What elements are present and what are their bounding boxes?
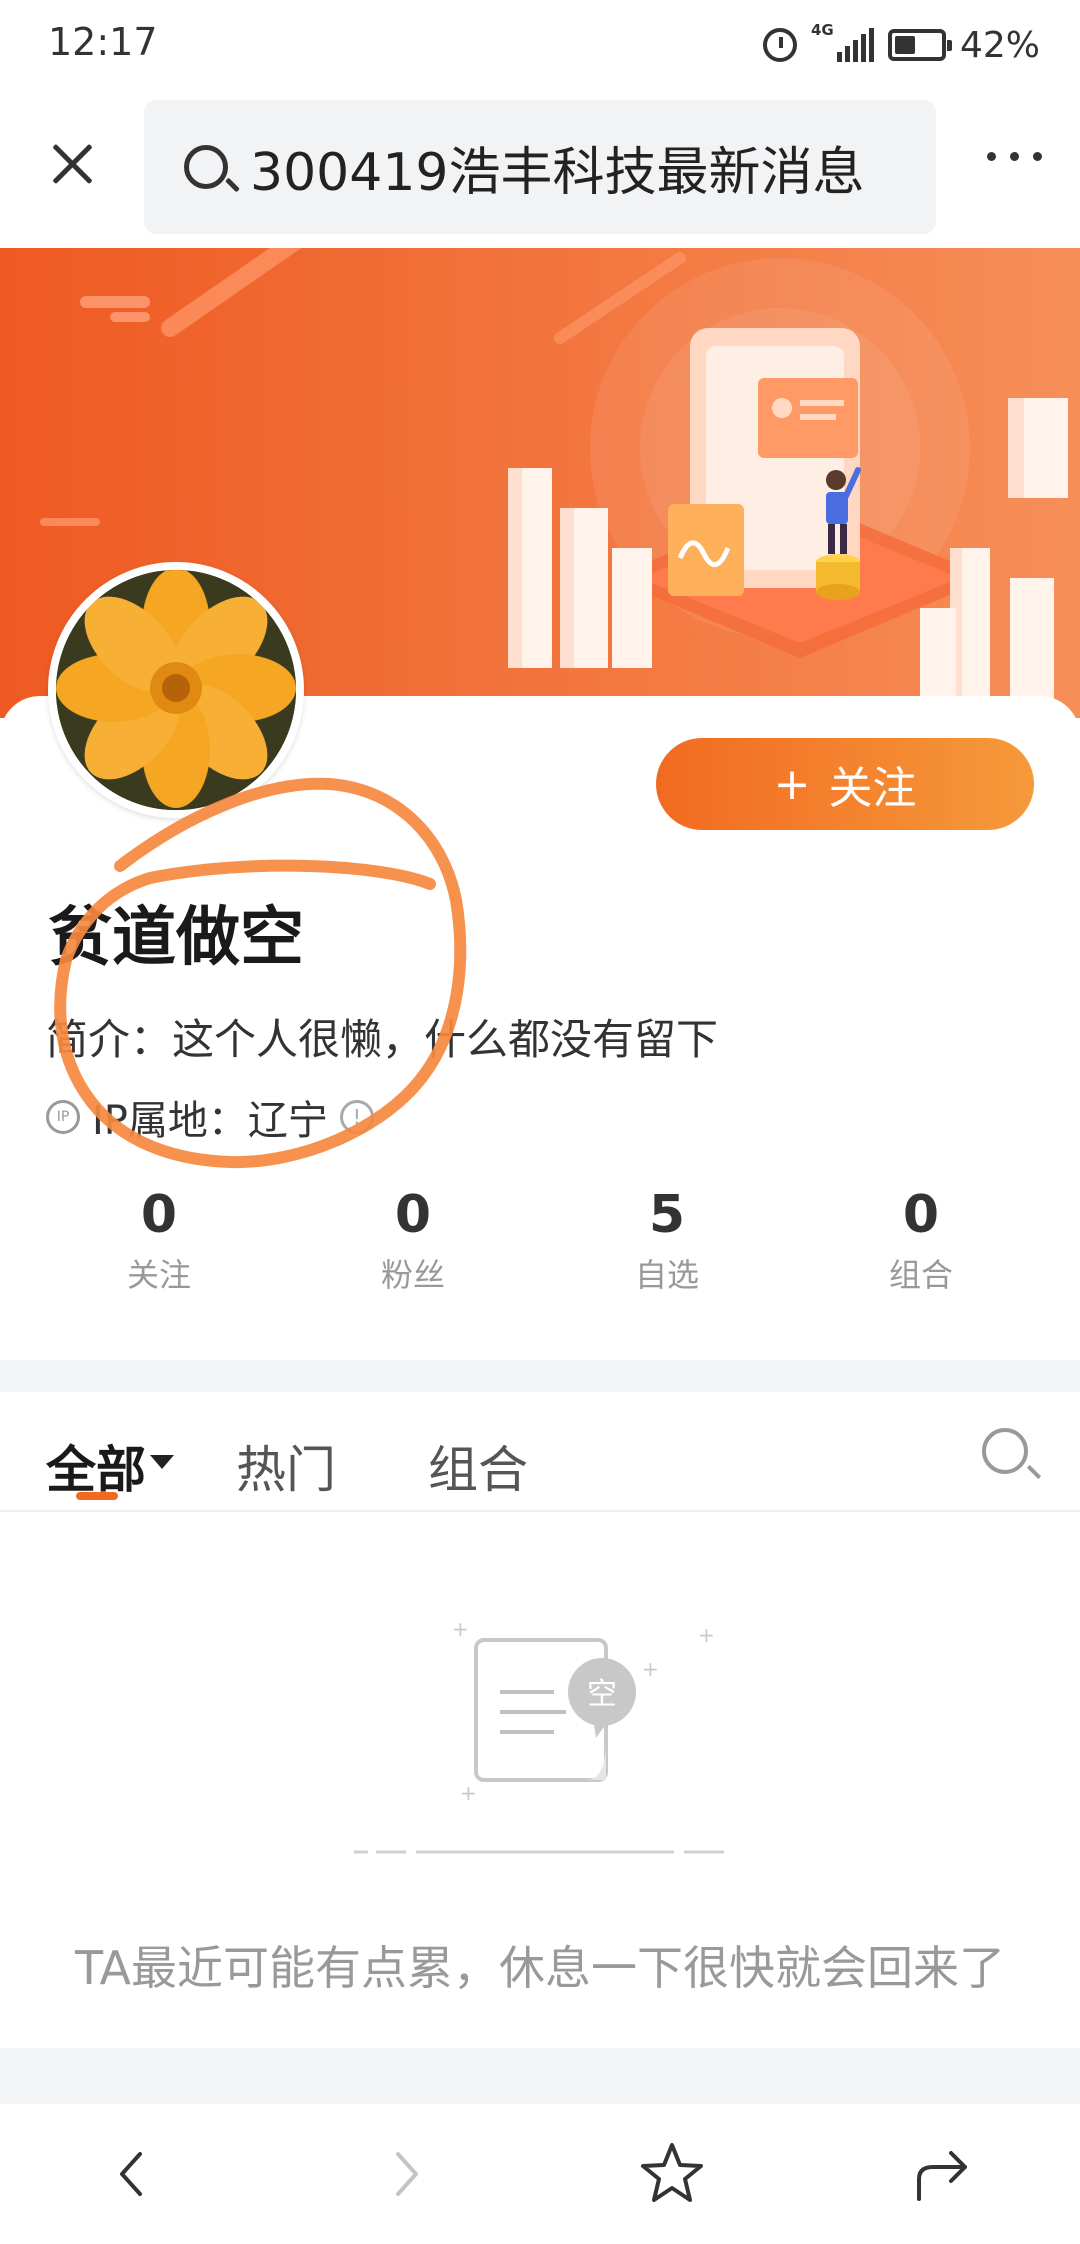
- more-icon[interactable]: [987, 152, 1042, 161]
- stats-row: 0 关注 0 粉丝 5 自选 0 组合: [0, 1180, 1080, 1310]
- ip-icon: IP: [46, 1100, 80, 1134]
- top-bar: 300419浩丰科技最新消息: [0, 92, 1080, 242]
- stat-value: 0: [394, 1185, 432, 1245]
- chevron-right-icon[interactable]: [366, 2134, 446, 2214]
- ip-location-row: IP IP属地：辽宁 !: [46, 1088, 374, 1146]
- ip-location: IP属地：辽宁: [92, 1098, 328, 1144]
- stat-label: 自选: [634, 1256, 699, 1294]
- svg-text:+: +: [642, 1657, 659, 1681]
- tab-label: 全部: [46, 1441, 146, 1499]
- avatar[interactable]: [48, 562, 304, 818]
- network-type: 4G: [810, 21, 834, 39]
- stat-label: 关注: [126, 1256, 191, 1294]
- content-tabs: 全部 热门 组合: [0, 1394, 1080, 1512]
- stat-label: 组合: [888, 1256, 953, 1294]
- active-tab-indicator: [76, 1492, 118, 1500]
- alarm-icon: [762, 28, 797, 62]
- share-icon[interactable]: [902, 2134, 982, 2214]
- tab-portfolio[interactable]: 组合: [428, 1430, 528, 1502]
- battery-icon: [887, 29, 952, 61]
- empty-state-illustration: 空 + + + +: [340, 1600, 740, 1870]
- search-query[interactable]: 300419浩丰科技最新消息: [250, 130, 865, 205]
- search-icon[interactable]: [982, 1428, 1028, 1474]
- tab-hot[interactable]: 热门: [236, 1430, 336, 1502]
- signal-icon: 4G: [811, 22, 874, 62]
- bio: 简介：这个人很懒，什么都没有留下: [46, 1015, 719, 1064]
- bottom-divider: [0, 2048, 1080, 2104]
- search-icon: [184, 145, 228, 189]
- status-time: 12:17: [48, 20, 158, 64]
- battery-level: 42%: [959, 24, 1040, 66]
- close-icon[interactable]: [38, 128, 108, 198]
- status-icons: 4G 42%: [762, 20, 1040, 70]
- stat-label: 粉丝: [380, 1256, 445, 1294]
- plus-icon: +: [773, 758, 811, 810]
- caret-down-icon: [150, 1454, 174, 1469]
- stat-value: 0: [140, 1185, 178, 1245]
- empty-badge-text: 空: [587, 1677, 617, 1712]
- star-icon[interactable]: [632, 2134, 712, 2214]
- stat-portfolio[interactable]: 0 组合: [794, 1180, 1048, 1310]
- status-bar: 12:17 4G 42%: [0, 0, 1080, 92]
- chevron-left-icon[interactable]: [92, 2134, 172, 2214]
- svg-text:+: +: [698, 1623, 715, 1647]
- browser-bottom-nav: [0, 2104, 1080, 2244]
- follow-button[interactable]: + 关注: [656, 738, 1034, 830]
- stat-fans[interactable]: 0 粉丝: [286, 1180, 540, 1310]
- username: 贫道做空: [48, 901, 304, 975]
- empty-state-message: TA最近可能有点累，休息一下很快就会回来了: [75, 1941, 1005, 1995]
- search-box[interactable]: 300419浩丰科技最新消息: [144, 100, 936, 234]
- stat-value: 5: [648, 1185, 686, 1245]
- stat-following[interactable]: 0 关注: [32, 1180, 286, 1310]
- svg-text:+: +: [460, 1781, 477, 1805]
- section-divider: [0, 1360, 1080, 1392]
- stat-watchlist[interactable]: 5 自选: [540, 1180, 794, 1310]
- follow-label: 关注: [828, 763, 917, 814]
- stat-value: 0: [902, 1185, 940, 1245]
- info-icon[interactable]: !: [339, 1100, 374, 1134]
- svg-text:+: +: [452, 1617, 469, 1641]
- flower-avatar-image: [56, 570, 296, 810]
